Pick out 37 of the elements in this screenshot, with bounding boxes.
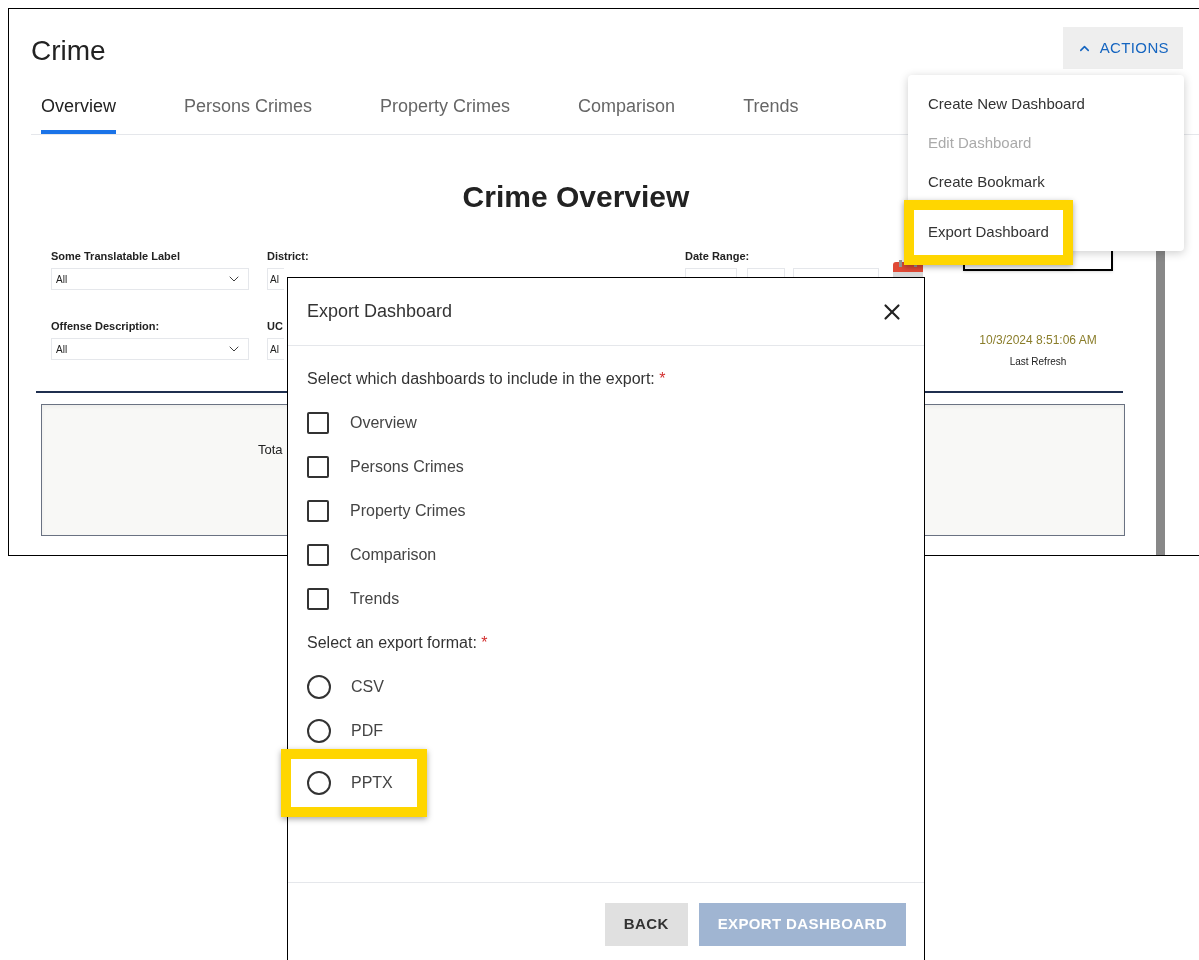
filter-select[interactable]: All xyxy=(51,268,249,290)
checkbox-label[interactable]: Persons Crimes xyxy=(350,455,464,479)
checkbox[interactable] xyxy=(307,412,329,434)
menu-item[interactable]: Export Dashboard xyxy=(904,200,1073,265)
filter-label: Offense Description: xyxy=(51,319,161,333)
card-text: Tota xyxy=(258,442,283,457)
checkbox-label[interactable]: Overview xyxy=(350,411,417,435)
radio-option[interactable]: PPTX xyxy=(281,749,427,817)
checkbox-label[interactable]: Trends xyxy=(350,587,400,611)
tab[interactable]: Property Crimes xyxy=(380,89,511,134)
checkbox[interactable] xyxy=(307,588,329,610)
field-prompt: Select an export format: * xyxy=(307,633,489,653)
tab[interactable]: Overview xyxy=(41,89,116,134)
filter-select[interactable]: Al xyxy=(267,338,284,360)
checkbox[interactable] xyxy=(307,544,329,566)
tab[interactable]: Persons Crimes xyxy=(184,89,313,134)
filter-select[interactable]: Al xyxy=(267,268,284,290)
field-prompt: Select which dashboards to include in the export: * xyxy=(307,369,667,389)
actions-button[interactable]: ACTIONS xyxy=(1062,27,1183,69)
filter-label: Date Range: xyxy=(685,249,751,263)
tab[interactable]: Trends xyxy=(743,89,799,134)
refresh-label: Last Refresh xyxy=(1009,355,1067,369)
dialog-button[interactable]: BACK xyxy=(604,903,688,946)
checkbox[interactable] xyxy=(307,456,329,478)
scrollbar[interactable] xyxy=(1156,251,1165,555)
checkbox-label[interactable]: Property Crimes xyxy=(350,499,466,523)
filter-label: District: xyxy=(267,249,310,263)
checkbox-label[interactable]: Comparison xyxy=(350,543,437,567)
checkbox[interactable] xyxy=(307,500,329,522)
tab[interactable]: Comparison xyxy=(578,89,676,134)
dialog-title: Export Dashboard xyxy=(307,300,453,323)
filter-label: Some Translatable Label xyxy=(51,249,181,263)
page-title: Crime xyxy=(31,34,106,68)
filter-select[interactable]: All xyxy=(51,338,249,360)
refresh-time: 10/3/2024 8:51:06 AM xyxy=(979,332,1097,349)
filter-label: UC xyxy=(267,319,284,333)
report-title: Crime Overview xyxy=(462,180,690,213)
